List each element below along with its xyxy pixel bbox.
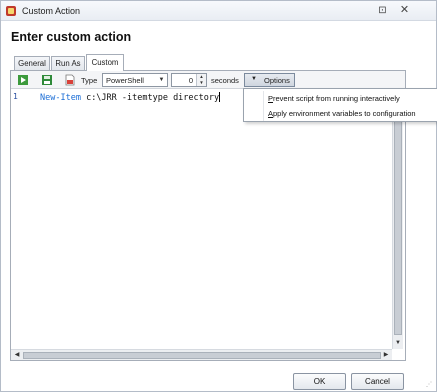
- scroll-down-icon[interactable]: ▼: [393, 338, 403, 348]
- dialog-footer: OK Cancel: [1, 363, 436, 392]
- line-number: 1: [13, 92, 18, 101]
- pin-icon[interactable]: ⊡: [376, 4, 389, 17]
- app-icon: [6, 6, 16, 16]
- editor-toolbar: Type PowerShell ▼ 0 ▲ ▼ seconds ▼ Option…: [11, 71, 405, 89]
- script-type-select[interactable]: PowerShell ▼: [102, 73, 168, 87]
- menu-gutter: [263, 91, 264, 121]
- options-button[interactable]: ▼ Options: [244, 73, 295, 87]
- tab-general[interactable]: General: [14, 56, 50, 71]
- menu-item-prevent-interactive[interactable]: Prevent script from running interactivel…: [268, 94, 400, 103]
- open-file-icon[interactable]: [64, 74, 76, 86]
- ok-button[interactable]: OK: [293, 373, 346, 390]
- tab-custom[interactable]: Custom: [86, 54, 124, 71]
- spin-buttons: ▲ ▼: [196, 74, 206, 86]
- script-type-value: PowerShell: [106, 76, 144, 85]
- options-label: Options: [264, 76, 290, 85]
- custom-action-dialog: Custom Action ⊡ ✕ Enter custom action Ge…: [0, 0, 437, 392]
- spin-down-icon[interactable]: ▼: [197, 80, 206, 86]
- title-bar[interactable]: Custom Action ⊡ ✕: [1, 1, 436, 21]
- scroll-right-icon[interactable]: ▶: [381, 350, 391, 360]
- timeout-stepper[interactable]: 0 ▲ ▼: [171, 73, 207, 87]
- page-title: Enter custom action: [11, 30, 132, 44]
- close-icon[interactable]: ✕: [398, 4, 411, 17]
- script-editor[interactable]: 1 New-Item c:\JRR -itemtype directory: [11, 90, 405, 360]
- options-dropdown-icon: ▼: [251, 76, 257, 82]
- seconds-label: seconds: [211, 76, 239, 85]
- vertical-scrollbar[interactable]: ▼: [392, 90, 403, 349]
- options-menu: Prevent script from running interactivel…: [243, 88, 437, 122]
- code-keyword: New-Item: [40, 93, 81, 103]
- scroll-left-icon[interactable]: ◀: [12, 350, 22, 360]
- tab-run-as[interactable]: Run As: [51, 56, 85, 71]
- horizontal-scrollbar[interactable]: ◀ ▶: [11, 349, 392, 360]
- code-line[interactable]: New-Item c:\JRR -itemtype directory: [40, 92, 221, 103]
- cancel-button[interactable]: Cancel: [351, 373, 404, 390]
- window-title: Custom Action: [22, 6, 81, 16]
- code-arguments: c:\JRR -itemtype directory: [80, 93, 220, 103]
- menu-item-apply-env-vars[interactable]: Apply environment variables to configura…: [268, 109, 416, 118]
- chevron-down-icon[interactable]: ▼: [156, 74, 167, 86]
- run-script-icon[interactable]: [17, 74, 29, 86]
- save-icon[interactable]: [41, 74, 53, 86]
- vertical-scroll-thumb[interactable]: [394, 94, 402, 335]
- type-label: Type: [81, 76, 98, 85]
- text-caret: [219, 92, 221, 102]
- timeout-value: 0: [188, 76, 193, 85]
- horizontal-scroll-thumb[interactable]: [23, 352, 381, 359]
- resize-grip-icon[interactable]: ⋰: [426, 381, 434, 389]
